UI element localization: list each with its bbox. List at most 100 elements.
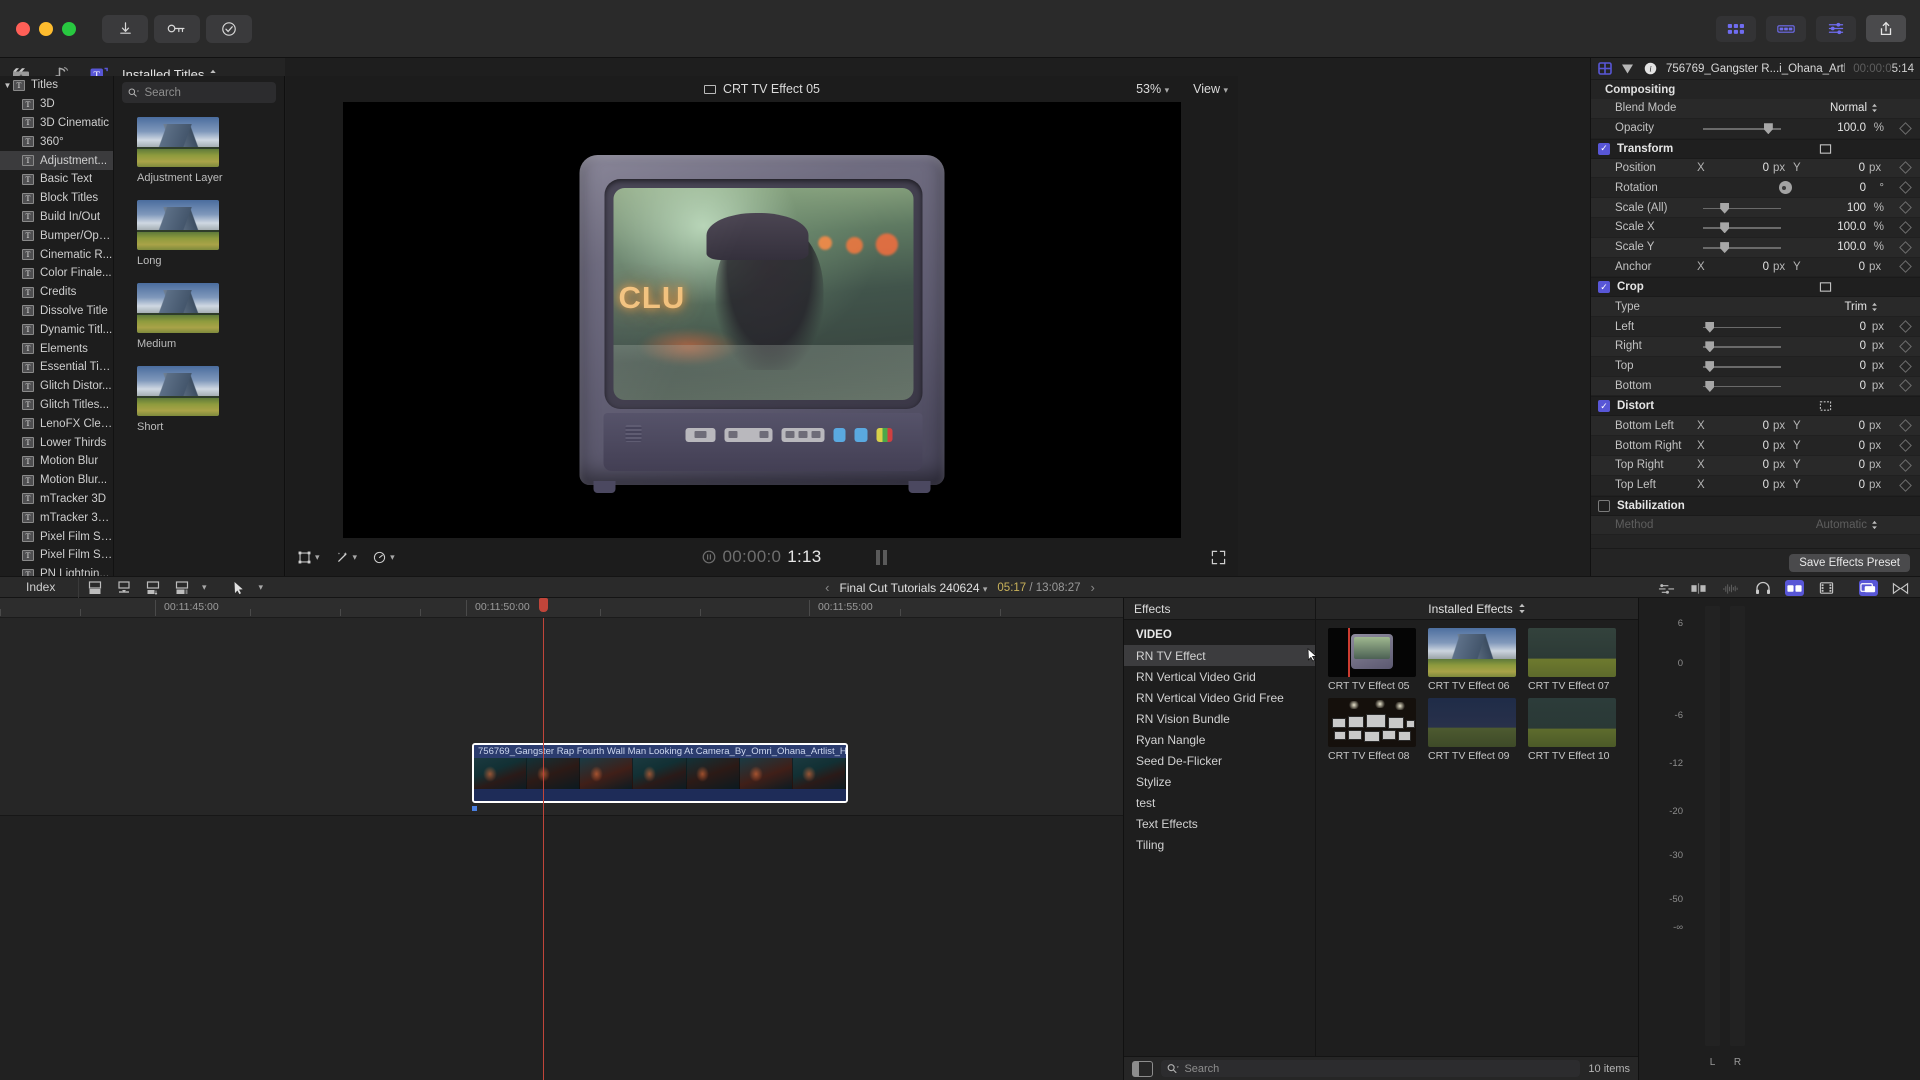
clip-appearance-button[interactable] (1657, 580, 1676, 596)
transform-enable-checkbox[interactable]: ✓ (1598, 142, 1610, 155)
info-inspector-icon[interactable]: i (1643, 62, 1658, 76)
inspector-row-scale-x[interactable]: Scale X 100.0% (1591, 218, 1920, 238)
sidebar-item-pixel-film-st[interactable]: T Pixel Film St... (0, 546, 113, 565)
inspector-row-position[interactable]: Position X 0 px Y 0 px (1591, 158, 1920, 179)
titles-sidebar[interactable]: ▼ T Titles T 3D T 3D Cinematic T 360° T Adjustm… (0, 76, 114, 576)
minimize-window-button[interactable] (39, 21, 53, 36)
snapping-button[interactable] (1785, 580, 1804, 596)
browser-toggle-button[interactable] (1716, 15, 1756, 42)
rotation-dial[interactable] (1779, 181, 1792, 195)
title-thumbnail-item[interactable]: Medium (137, 283, 284, 350)
timeline-panel[interactable]: 00:11:45:00 00:11:50:00 00:11:55:00 756769… (0, 598, 1123, 1080)
timeline-canvas[interactable]: 756769_Gangster Rap Fourth Wall Man Look… (0, 598, 1123, 1080)
video-inspector-icon[interactable] (1597, 62, 1612, 76)
inspector-slider[interactable] (1703, 321, 1781, 333)
inspector-row-left[interactable]: Left 0 px (1591, 317, 1920, 337)
inspector-row-blend-mode[interactable]: Blend Mode Normal (1591, 99, 1920, 119)
keyframe-button[interactable] (1899, 339, 1912, 353)
effect-thumbnail[interactable] (1328, 698, 1416, 747)
effects-category-list[interactable]: VIDEO RN TV Effect RN Vertical Video Grid R… (1124, 620, 1316, 1056)
x-value[interactable]: 0 (1725, 440, 1769, 452)
sidebar-item-pixel-film-st[interactable]: T Pixel Film St... (0, 527, 113, 546)
transform-onscreen-icon[interactable] (1819, 143, 1832, 155)
previous-project-button[interactable]: ‹ (825, 580, 829, 595)
effects-category-tiling[interactable]: Tiling (1124, 834, 1315, 855)
inspector-row-bottom[interactable]: Bottom 0 px (1591, 376, 1920, 397)
title-thumbnail-item[interactable]: Short (137, 366, 284, 433)
title-thumbnail-item[interactable]: Adjustment Layer (137, 117, 284, 184)
effects-category-rn-vertical-video-grid[interactable]: RN Vertical Video Grid (1124, 666, 1315, 687)
timeline-clip[interactable]: 756769_Gangster Rap Fourth Wall Man Look… (472, 743, 848, 803)
inspector-row-value[interactable]: 100 (1796, 202, 1866, 214)
sidebar-item-motion-blur[interactable]: T Motion Blur (0, 452, 113, 471)
inspector-row-value[interactable]: 0 (1796, 321, 1866, 333)
inspector-row-value[interactable]: 100.0 (1796, 221, 1866, 233)
effects-category-rn-vision-bundle[interactable]: RN Vision Bundle (1124, 708, 1315, 729)
inspector-body[interactable]: Compositing Blend Mode Normal Opacity 100.0%… (1591, 80, 1920, 548)
inspector-row-value[interactable]: 0 (1796, 182, 1866, 194)
color-inspector-icon[interactable] (1620, 62, 1635, 76)
transitions-browser-button[interactable] (1891, 580, 1910, 596)
keyframe-button[interactable] (1899, 121, 1912, 135)
sidebar-item-credits[interactable]: T Credits (0, 283, 113, 302)
y-value[interactable]: 0 (1821, 261, 1865, 273)
effect-thumbnail[interactable] (1428, 628, 1516, 677)
keyframe-button[interactable] (1899, 181, 1912, 195)
viewer-zoom-popup[interactable]: 53% ▾ (1136, 82, 1169, 96)
inspector-row-scale-all-[interactable]: Scale (All) 100% (1591, 198, 1920, 218)
effects-source-popup[interactable]: Installed Effects (1316, 598, 1638, 619)
crop-enable-checkbox[interactable]: ✓ (1598, 281, 1610, 294)
sidebar-item-motion-blur[interactable]: T Motion Blur... (0, 471, 113, 490)
sidebar-item-3d[interactable]: T 3D (0, 95, 113, 114)
inspector-slider[interactable] (1703, 241, 1781, 254)
y-value[interactable]: 0 (1821, 479, 1865, 491)
effect-thumbnail[interactable] (1328, 628, 1416, 677)
import-media-button[interactable] (102, 14, 148, 43)
effect-thumbnail[interactable] (1428, 698, 1516, 747)
keyframe-button[interactable] (1899, 320, 1912, 333)
sidebar-item-block-titles[interactable]: T Block Titles (0, 189, 113, 208)
inspector-row-top[interactable]: Top 0 px (1591, 357, 1920, 377)
effect-thumbnail[interactable] (1528, 628, 1616, 677)
analysis-button[interactable] (206, 14, 252, 43)
y-value[interactable]: 0 (1821, 440, 1865, 452)
title-thumbnail-item[interactable]: Long (137, 200, 284, 267)
timeline-project-popup[interactable]: Final Cut Tutorials 240624 ▾ (839, 581, 987, 595)
inspector-row-type[interactable]: Type Trim (1591, 297, 1920, 318)
sidebar-item-360[interactable]: T 360° (0, 132, 113, 151)
effect-item[interactable]: CRT TV Effect 10 (1528, 698, 1616, 762)
x-value[interactable]: 0 (1725, 420, 1769, 432)
timeline-ruler[interactable]: 00:11:45:00 00:11:50:00 00:11:55:00 (0, 598, 1123, 618)
sidebar-item-basic-text[interactable]: T Basic Text (0, 170, 113, 189)
share-button[interactable] (1866, 15, 1906, 42)
keyword-button[interactable] (154, 14, 200, 43)
effects-category-rn-vertical-video-grid-free[interactable]: RN Vertical Video Grid Free (1124, 687, 1315, 708)
sidebar-item-mtracker-3d[interactable]: TmTracker 3D... (0, 508, 113, 527)
sidebar-item-glitch-distor[interactable]: T Glitch Distor... (0, 377, 113, 396)
keyframe-button[interactable] (1899, 240, 1912, 254)
sidebar-item-build-in-out[interactable]: T Build In/Out (0, 208, 113, 227)
inspector-row-value[interactable]: 0 (1796, 340, 1866, 352)
effects-browser-button[interactable] (1859, 580, 1878, 596)
sidebar-root-titles[interactable]: ▼ T Titles (0, 76, 113, 95)
sidebar-item-pn-lightnin[interactable]: T PN Lightnin... (0, 565, 113, 576)
inspector-row-bottom-left[interactable]: Bottom Left X 0 px Y 0 px (1591, 416, 1920, 437)
sidebar-toggle-icon[interactable] (1132, 1060, 1153, 1077)
inspector-row-bottom-right[interactable]: Bottom Right X 0 px Y 0 px (1591, 436, 1920, 456)
titles-search-input[interactable] (144, 86, 270, 99)
crop-onscreen-icon[interactable] (1819, 281, 1832, 293)
y-value[interactable]: 0 (1821, 162, 1865, 174)
sidebar-item-3d-cinematic[interactable]: T 3D Cinematic (0, 114, 113, 133)
save-effects-preset-button[interactable]: Save Effects Preset (1789, 553, 1910, 572)
stabilization-enable-checkbox[interactable] (1598, 499, 1610, 512)
close-window-button[interactable] (16, 21, 30, 36)
viewer-fullscreen-button[interactable] (1211, 550, 1226, 565)
type-popup[interactable]: Trim (1844, 301, 1878, 313)
sidebar-item-adjustment[interactable]: T Adjustment... (0, 151, 113, 170)
keyframe-button[interactable] (1899, 221, 1912, 234)
skimming-button[interactable] (1689, 580, 1708, 596)
effect-item[interactable]: CRT TV Effect 08 (1328, 698, 1416, 762)
inspector-slider[interactable] (1703, 202, 1781, 214)
sidebar-item-essential-titl[interactable]: T Essential Titl... (0, 358, 113, 377)
sidebar-item-elements[interactable]: T Elements (0, 339, 113, 358)
